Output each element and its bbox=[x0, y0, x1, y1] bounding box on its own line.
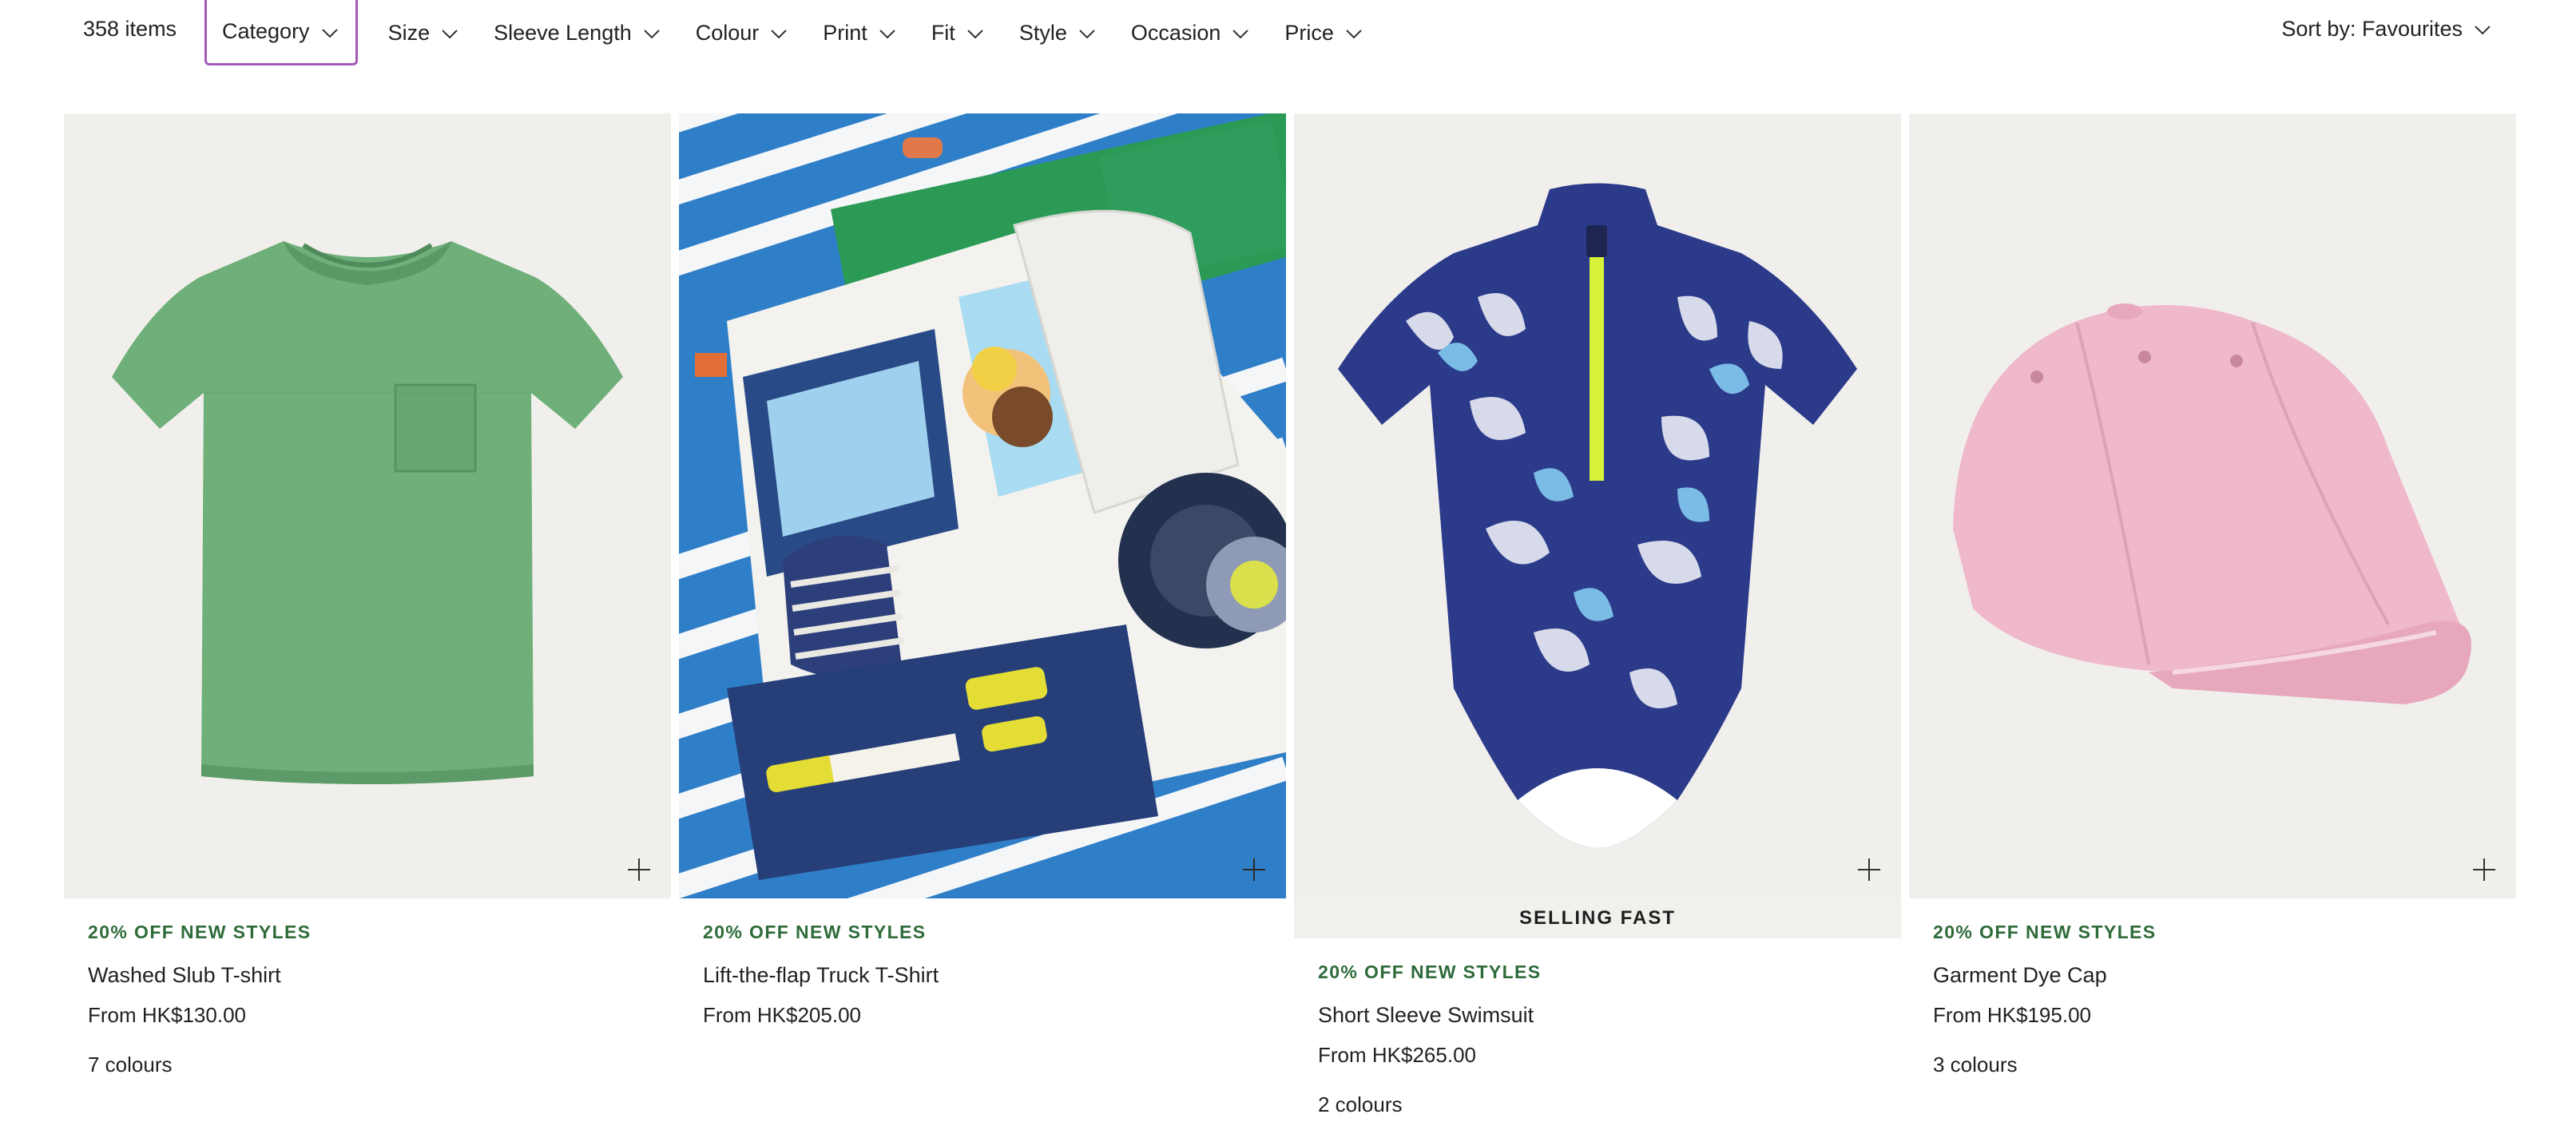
sort-dropdown[interactable]: Sort by: Favourites bbox=[2281, 0, 2493, 57]
filter-label: Size bbox=[387, 20, 431, 45]
chevron-down-icon bbox=[320, 22, 340, 43]
product-info: 20% OFF NEW STYLES Lift-the-flap Truck T… bbox=[679, 898, 1286, 1029]
product-card[interactable]: 20% OFF NEW STYLES Lift-the-flap Truck T… bbox=[679, 113, 1286, 1119]
chevron-down-icon bbox=[641, 23, 662, 44]
filter-list: Category Size Sleeve Length Colour Print… bbox=[204, 0, 1398, 65]
product-price: From HK$130.00 bbox=[88, 1003, 246, 1027]
product-price: From HK$265.00 bbox=[1318, 1043, 1476, 1067]
product-name[interactable]: Short Sleeve Swimsuit bbox=[1318, 1001, 1877, 1029]
filter-size[interactable]: Size bbox=[388, 0, 461, 65]
product-image[interactable] bbox=[1294, 113, 1901, 898]
product-image[interactable] bbox=[64, 113, 671, 898]
product-image[interactable] bbox=[1909, 113, 2516, 898]
chevron-down-icon bbox=[1230, 23, 1251, 44]
filter-label: Occasion bbox=[1130, 20, 1221, 45]
filter-label: Print bbox=[823, 20, 867, 45]
colour-count[interactable]: 3 colours bbox=[1933, 1050, 2492, 1079]
green-tshirt-image bbox=[64, 113, 671, 898]
item-count: 358 items bbox=[83, 17, 177, 41]
product-name[interactable]: Lift-the-flap Truck T-Shirt bbox=[703, 961, 1262, 989]
filter-occasion[interactable]: Occasion bbox=[1131, 0, 1252, 65]
chevron-down-icon bbox=[877, 23, 898, 44]
quick-add-plus-icon[interactable] bbox=[1240, 855, 1268, 884]
product-info: 20% OFF NEW STYLES Garment Dye Cap From … bbox=[1909, 898, 2516, 1079]
filter-label: Sleeve Length bbox=[494, 20, 632, 45]
product-card[interactable]: 20% OFF NEW STYLES Garment Dye Cap From … bbox=[1909, 113, 2516, 1119]
product-name[interactable]: Washed Slub T-shirt bbox=[88, 961, 647, 989]
filter-label: Price bbox=[1284, 20, 1334, 45]
chevron-down-icon bbox=[768, 23, 789, 44]
chevron-down-icon bbox=[1077, 23, 1097, 44]
product-card[interactable]: 20% OFF NEW STYLES Washed Slub T-shirt F… bbox=[64, 113, 671, 1119]
quick-add-plus-icon[interactable] bbox=[1855, 855, 1883, 884]
blue-print-swimsuit-image bbox=[1294, 113, 1901, 898]
promo-label: 20% OFF NEW STYLES bbox=[1933, 922, 2157, 942]
quick-add-plus-icon[interactable] bbox=[2470, 855, 2499, 884]
filter-bar: 358 items Category Size Sleeve Length Co… bbox=[0, 0, 2576, 65]
chevron-down-icon bbox=[2472, 19, 2493, 40]
filter-label: Category bbox=[222, 19, 310, 43]
product-info: 20% OFF NEW STYLES Short Sleeve Swimsuit… bbox=[1294, 938, 1901, 1119]
filter-sleeve-length[interactable]: Sleeve Length bbox=[494, 0, 662, 65]
promo-label: 20% OFF NEW STYLES bbox=[703, 922, 927, 942]
product-info: 20% OFF NEW STYLES Washed Slub T-shirt F… bbox=[64, 898, 671, 1079]
chevron-down-icon bbox=[965, 23, 986, 44]
selling-fast-badge: SELLING FAST bbox=[1294, 898, 1901, 938]
product-price: From HK$195.00 bbox=[1933, 1003, 2091, 1027]
promo-label: 20% OFF NEW STYLES bbox=[1318, 961, 1542, 982]
colour-count[interactable]: 7 colours bbox=[88, 1050, 647, 1079]
pink-cap-image bbox=[1909, 113, 2516, 898]
chevron-down-icon bbox=[1344, 23, 1364, 44]
product-name[interactable]: Garment Dye Cap bbox=[1933, 961, 2492, 989]
product-price: From HK$205.00 bbox=[703, 1003, 861, 1027]
truck-applique-closeup-image bbox=[679, 113, 1286, 898]
product-image[interactable] bbox=[679, 113, 1286, 898]
filter-print[interactable]: Print bbox=[823, 0, 898, 65]
product-grid: 20% OFF NEW STYLES Washed Slub T-shirt F… bbox=[64, 113, 2516, 1119]
promo-label: 20% OFF NEW STYLES bbox=[88, 922, 312, 942]
sort-label: Sort by: Favourites bbox=[2281, 16, 2463, 41]
colour-count[interactable]: 2 colours bbox=[1318, 1090, 1877, 1119]
filter-label: Colour bbox=[695, 20, 760, 45]
filter-fit[interactable]: Fit bbox=[931, 0, 986, 65]
quick-add-plus-icon[interactable] bbox=[625, 855, 653, 884]
filter-label: Fit bbox=[931, 20, 955, 45]
filter-label: Style bbox=[1018, 20, 1067, 45]
product-card[interactable]: SELLING FAST 20% OFF NEW STYLES Short Sl… bbox=[1294, 113, 1901, 1119]
chevron-down-icon bbox=[439, 23, 460, 44]
filter-style[interactable]: Style bbox=[1019, 0, 1097, 65]
filter-category[interactable]: Category bbox=[204, 0, 358, 65]
filter-colour[interactable]: Colour bbox=[696, 0, 790, 65]
filter-price[interactable]: Price bbox=[1284, 0, 1364, 65]
